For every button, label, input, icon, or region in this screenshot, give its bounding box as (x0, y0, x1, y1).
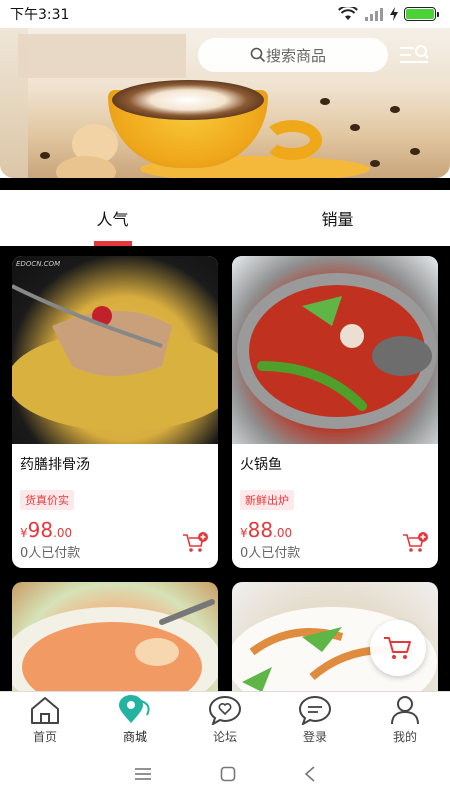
product-price: ¥88.00 (240, 518, 293, 542)
search-placeholder: 搜索商品 (266, 46, 327, 65)
product-image (12, 582, 218, 691)
product-image: EDOCN.COM (12, 256, 218, 444)
add-to-cart-icon[interactable] (182, 532, 208, 554)
nav-forum-label: 论坛 (212, 729, 237, 744)
nav-home-label: 首页 (32, 729, 57, 744)
soup-illustration: EDOCN.COM (12, 260, 218, 431)
wifi-icon (338, 7, 358, 20)
menu-icon[interactable] (134, 767, 152, 781)
sold-count: 0人已付款 (20, 546, 81, 561)
sort-tabs: 人气 销量 (0, 190, 450, 246)
signal-icon (365, 8, 383, 21)
search-icon (250, 47, 266, 63)
home-square-icon[interactable] (220, 766, 236, 782)
product-name: 药膳排骨汤 (20, 457, 90, 473)
header: 搜索商品 (0, 28, 450, 190)
back-icon[interactable] (304, 765, 316, 782)
watermark-text: EDOCN.COM (16, 260, 60, 268)
nav-home[interactable]: 首页 (0, 692, 90, 747)
nav-login-label: 登录 (302, 729, 327, 744)
nav-mall-label: 商城 (122, 729, 147, 744)
product-tag: 货真价实 (20, 490, 74, 510)
product-tag: 新鲜出炉 (240, 490, 294, 510)
system-nav-bar (0, 747, 450, 800)
nav-profile[interactable]: 我的 (360, 692, 450, 747)
nav-mall[interactable]: 商城 (90, 692, 180, 747)
nav-profile-label: 我的 (392, 729, 417, 744)
chat-bubble-icon (298, 695, 332, 725)
product-name: 火锅鱼 (240, 457, 282, 473)
tab-popularity[interactable]: 人气 (0, 190, 225, 246)
floating-cart-button[interactable] (370, 620, 426, 676)
chat-heart-icon (208, 695, 242, 725)
nav-forum[interactable]: 论坛 (180, 692, 270, 747)
product-card[interactable] (12, 582, 218, 691)
add-to-cart-icon[interactable] (402, 532, 428, 554)
product-grid: EDOCN.COM 药膳排骨汤 货真价实 ¥98.00 0人已付款 火锅鱼 新鲜… (12, 256, 438, 691)
battery-icon (404, 7, 439, 21)
user-icon (391, 695, 419, 724)
hotpot-fish-illustration (237, 273, 437, 429)
bottom-nav: 首页 商城 论坛 登录 我的 (0, 691, 450, 747)
location-pin-icon (119, 694, 150, 723)
tab-sales[interactable]: 销量 (225, 190, 450, 246)
sold-count: 0人已付款 (240, 546, 301, 561)
status-bar: 下午3:31 (0, 0, 450, 28)
status-time: 下午3:31 (10, 7, 70, 23)
product-image (232, 256, 438, 444)
product-price: ¥98.00 (20, 518, 73, 542)
logo-placeholder (18, 34, 186, 78)
product-card[interactable]: EDOCN.COM 药膳排骨汤 货真价实 ¥98.00 0人已付款 (12, 256, 218, 568)
product-card[interactable]: 火锅鱼 新鲜出炉 ¥88.00 0人已付款 (232, 256, 438, 568)
porridge-illustration (12, 599, 218, 691)
charging-icon (390, 7, 398, 21)
cart-icon (384, 637, 411, 659)
nav-login[interactable]: 登录 (270, 692, 360, 747)
home-icon (31, 696, 59, 724)
category-search-icon[interactable] (398, 42, 430, 70)
search-input[interactable]: 搜索商品 (198, 38, 388, 72)
status-icons (338, 7, 439, 21)
